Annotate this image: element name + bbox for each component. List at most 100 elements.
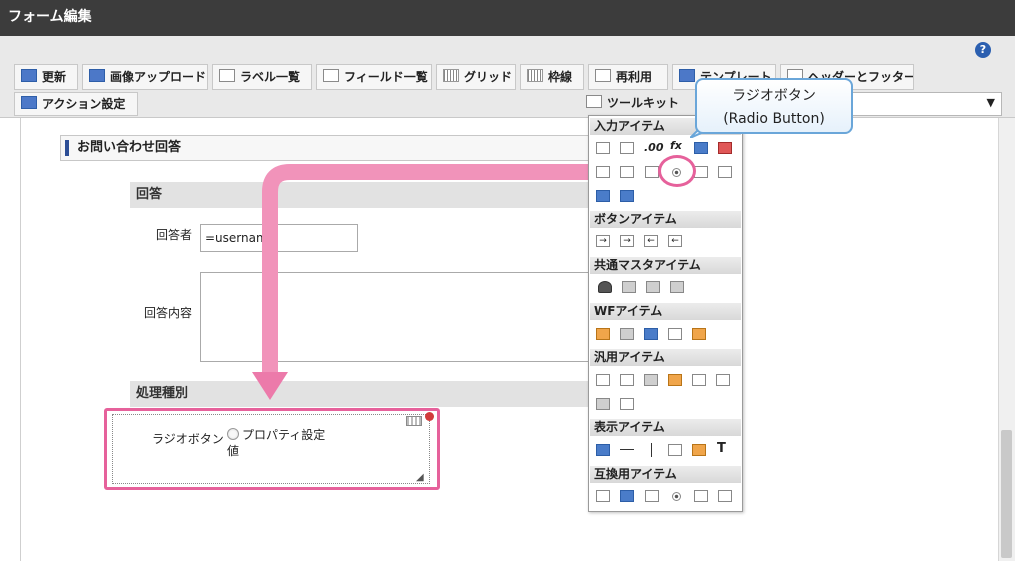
content-label: 回答内容 <box>144 306 193 320</box>
close-icon[interactable] <box>425 412 434 421</box>
prev-button-icon[interactable]: ← <box>668 235 682 247</box>
reuse-icon <box>595 69 611 82</box>
tab-action-settings[interactable]: アクション設定 <box>14 92 138 116</box>
title-accent-bar <box>65 140 69 156</box>
card-icon[interactable] <box>620 398 634 410</box>
image-upload-icon <box>89 69 105 82</box>
company-icon[interactable] <box>670 281 684 293</box>
property-icon[interactable] <box>406 416 422 426</box>
respondent-input[interactable]: =usernam <box>200 224 358 252</box>
tab-image-upload[interactable]: 画像アップロード <box>82 64 208 90</box>
compat-checkbox-icon[interactable] <box>645 490 659 502</box>
tab-reuse[interactable]: 再利用 <box>588 64 668 90</box>
next-button-icon[interactable]: → <box>620 235 634 247</box>
tab-label-list-label: ラベル一覧 <box>240 70 301 84</box>
formula-icon[interactable]: fx <box>670 139 682 152</box>
tab-field-list[interactable]: フィールド一覧 <box>316 64 432 90</box>
camera-icon[interactable] <box>644 374 658 386</box>
search-person-icon[interactable] <box>668 374 682 386</box>
toolkit-group-common-master: 共通マスタアイテム <box>590 257 741 274</box>
tab-grid[interactable]: グリッド <box>436 64 516 90</box>
respondent-label: 回答者 <box>156 228 193 242</box>
text-icon[interactable]: T <box>717 441 726 456</box>
toolkit-group-display: 表示アイテム <box>590 419 741 436</box>
tab-toolkit-label: ツールキット <box>607 96 680 110</box>
dotted-field-icon[interactable] <box>596 374 610 386</box>
checkbox-icon[interactable] <box>645 166 659 178</box>
building-icon[interactable] <box>622 281 636 293</box>
form-title-text: お問い合わせ回答 <box>77 140 182 155</box>
form-title: お問い合わせ回答 <box>60 135 600 161</box>
callout-box: ラジオボタン (Radio Button) <box>695 78 853 134</box>
tab-update-label: 更新 <box>42 70 67 84</box>
compat-listbox-icon[interactable] <box>718 490 732 502</box>
submit-button-icon[interactable]: → <box>596 235 610 247</box>
clipboard-icon[interactable] <box>596 328 610 340</box>
section-processing-type: 処理種別 <box>130 381 600 407</box>
tab-grid-label: グリッド <box>464 70 513 84</box>
tab-label-list[interactable]: ラベル一覧 <box>212 64 312 90</box>
download-doc-icon[interactable] <box>716 374 730 386</box>
table-icon[interactable] <box>620 190 634 202</box>
listbox-icon[interactable] <box>718 166 732 178</box>
window-title: フォーム編集 <box>0 0 1015 36</box>
help-icon[interactable]: ? <box>975 42 991 58</box>
compat-list-icon[interactable] <box>694 490 708 502</box>
upload-doc-icon[interactable] <box>692 374 706 386</box>
tab-field-list-label: フィールド一覧 <box>344 70 428 84</box>
clip-document-icon[interactable] <box>668 328 682 340</box>
compat-select-icon[interactable] <box>596 490 610 502</box>
callout-line1: ラジオボタン <box>732 88 816 104</box>
file-upload-icon[interactable] <box>596 190 610 202</box>
calendar-icon[interactable] <box>718 142 732 154</box>
toolkit-group-compat: 互換用アイテム <box>590 466 741 483</box>
save-icon <box>21 69 37 82</box>
radio-icon[interactable] <box>227 428 239 440</box>
radio-option-text-line2: 値 <box>227 444 240 458</box>
resize-handle-icon[interactable]: ◢ <box>416 472 424 483</box>
field-list-icon <box>323 69 339 82</box>
radio-button-highlight <box>658 155 696 187</box>
textbox-icon[interactable] <box>596 142 610 154</box>
action-icon <box>21 96 37 109</box>
canvas-left-border <box>20 118 21 561</box>
tab-border-label: 枠線 <box>548 70 573 84</box>
back-button-icon[interactable]: ← <box>644 235 658 247</box>
radio-option-text: プロパティ設定 <box>242 428 326 442</box>
horizontal-line-icon[interactable] <box>620 449 634 450</box>
tab-toolkit[interactable]: ツールキット <box>580 92 680 116</box>
list-icon[interactable] <box>694 166 708 178</box>
compat-radio-icon[interactable] <box>672 492 681 501</box>
attachment-icon[interactable] <box>620 328 634 340</box>
grid-icon <box>443 69 459 82</box>
vertical-line-icon[interactable] <box>651 443 652 457</box>
chevron-down-icon: ▼ <box>986 96 995 109</box>
radio-button-item[interactable] <box>112 414 430 484</box>
content-textarea[interactable] <box>200 272 600 362</box>
textarea-icon[interactable] <box>596 166 610 178</box>
rectangle-icon[interactable] <box>668 444 682 456</box>
compat-table-icon[interactable] <box>620 490 634 502</box>
label-list-icon <box>219 69 235 82</box>
number-icon[interactable]: .00 <box>644 141 664 154</box>
tab-update[interactable]: 更新 <box>14 64 78 90</box>
image-icon[interactable] <box>692 444 706 456</box>
date-icon[interactable] <box>694 142 708 154</box>
scrollbar-thumb[interactable] <box>1001 430 1012 558</box>
user-icon[interactable] <box>598 281 612 293</box>
radio-button-label: ラジオボタン <box>152 432 224 446</box>
frame-icon[interactable] <box>596 398 610 410</box>
template-icon <box>679 69 695 82</box>
textbox-ruler-icon[interactable] <box>620 142 634 154</box>
select-icon[interactable] <box>620 166 634 178</box>
document-icon[interactable] <box>620 374 634 386</box>
tab-border[interactable]: 枠線 <box>520 64 584 90</box>
tab-image-upload-label: 画像アップロード <box>110 70 207 84</box>
tab-action-settings-label: アクション設定 <box>42 97 126 111</box>
stamp-icon[interactable] <box>692 328 706 340</box>
picture-icon[interactable] <box>644 328 658 340</box>
org-icon[interactable] <box>646 281 660 293</box>
header-bar-icon[interactable] <box>596 444 610 456</box>
section-answer: 回答 <box>130 182 600 208</box>
callout-line2: (Radio Button) <box>723 111 825 127</box>
